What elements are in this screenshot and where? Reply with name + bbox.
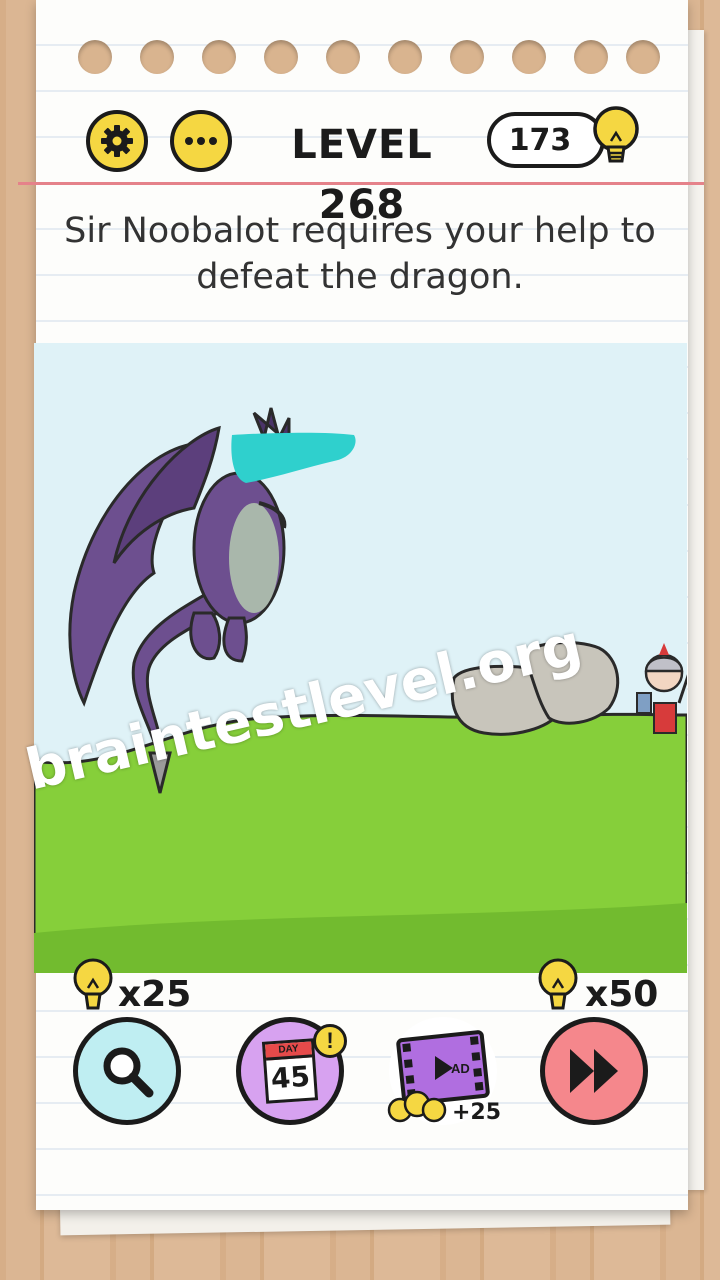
question-text: Sir Noobalot requires your help to defea… xyxy=(50,208,670,300)
daily-badge: ! xyxy=(313,1024,347,1058)
fast-forward-icon xyxy=(570,1049,618,1093)
lightbulb-icon xyxy=(73,958,113,1010)
question-line-1: Sir Noobalot requires your help to xyxy=(64,211,656,251)
game-scene[interactable] xyxy=(34,343,687,973)
scene-art xyxy=(34,407,687,973)
hint-count: 173 xyxy=(508,122,572,158)
dragon-leg-left xyxy=(189,611,222,661)
calendar-day-number: 45 xyxy=(269,1059,312,1096)
question-line-2: defeat the dragon. xyxy=(196,257,524,297)
gear-icon xyxy=(101,125,133,157)
more-icon xyxy=(185,137,217,145)
more-button[interactable] xyxy=(170,110,232,172)
hint-button[interactable] xyxy=(73,1017,181,1125)
binder-holes xyxy=(78,30,678,80)
cyan-cover xyxy=(231,432,356,483)
level-title: LEVEL 268 xyxy=(291,122,433,228)
lightbulb-icon xyxy=(593,106,639,163)
skip-cost: x50 xyxy=(585,974,659,1015)
dragon-leg-right xyxy=(222,616,248,663)
paper-edge xyxy=(686,30,704,1190)
settings-button[interactable] xyxy=(86,110,148,172)
calendar-icon: DAY 45 xyxy=(261,1038,319,1104)
lightbulb-icon xyxy=(538,958,578,1010)
ad-reward: +25 xyxy=(452,1100,502,1125)
magnifier-icon xyxy=(103,1047,154,1098)
hint-cost: x25 xyxy=(118,974,192,1015)
lightbulb-cluster-icon xyxy=(387,1090,447,1123)
ad-label: AD xyxy=(451,1061,470,1076)
daily-challenge-button[interactable]: DAY 45 ! xyxy=(236,1017,347,1125)
skip-level-button[interactable] xyxy=(540,1017,648,1125)
dragon-belly xyxy=(229,503,279,613)
